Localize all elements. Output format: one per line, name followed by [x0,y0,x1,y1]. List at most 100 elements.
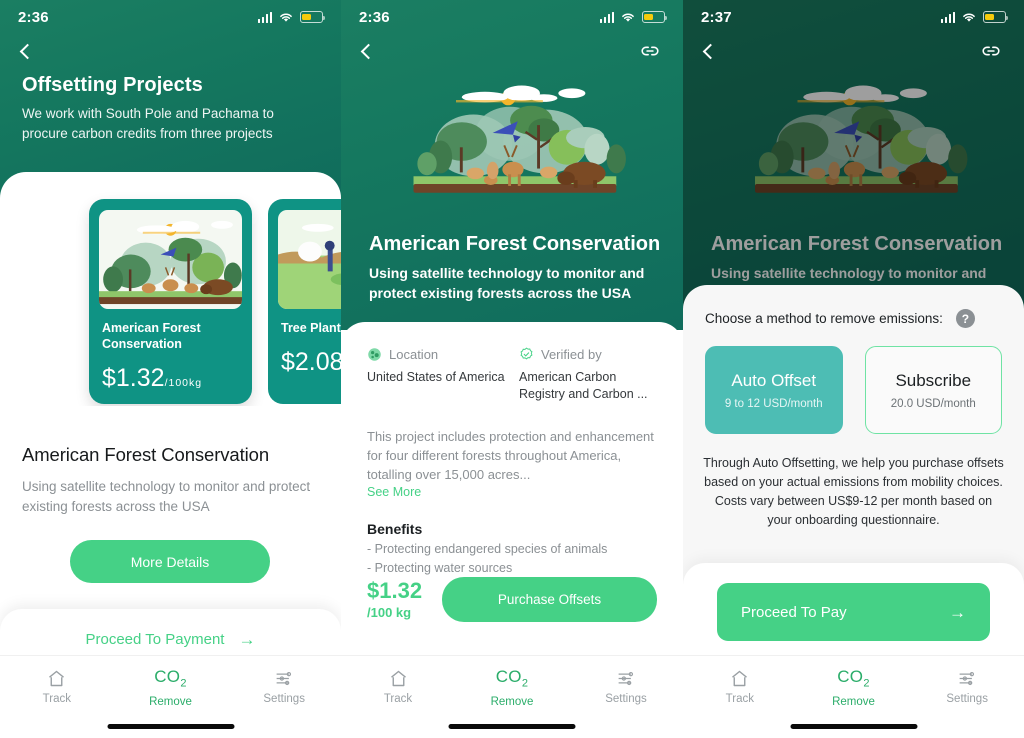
detail-description: Using satellite technology to monitor an… [22,479,311,514]
tab-track[interactable]: Track [683,668,797,705]
cellular-bars-icon [257,11,272,23]
link-icon[interactable] [980,40,1002,62]
tab-remove-label: Remove [832,696,875,709]
status-time: 2:36 [18,8,49,26]
more-details-button[interactable]: More Details [70,540,270,583]
option-auto-offset[interactable]: Auto Offset 9 to 12 USD/month [705,346,843,434]
offset-method-choices: Auto Offset 9 to 12 USD/month Subscribe … [683,328,1024,434]
tab-remove-label: Remove [149,696,192,709]
status-icons [940,11,1009,23]
home-indicator [790,724,917,729]
tab-remove[interactable]: CO2 Remove [114,667,228,709]
purchase-offsets-button[interactable]: Purchase Offsets [442,577,657,622]
co2-icon: CO2 [154,667,187,690]
benefits-list: - Protecting endangered species of anima… [341,537,683,578]
meta-verified: Verified by American Carbon Registry and… [519,347,657,403]
wifi-icon [622,13,634,22]
price-amount: $1.32 [367,578,423,603]
price-block: $1.32 /100 kg [367,578,423,621]
project-card-title: American Forest Conservation [102,321,201,351]
meta-location: Location United States of America [367,347,505,403]
tab-track[interactable]: Track [341,668,455,705]
home-indicator [448,724,576,729]
wifi-icon [963,13,975,22]
back-button[interactable] [702,43,719,59]
forest-illustration [99,210,242,309]
tab-settings[interactable]: Settings [910,668,1024,705]
meta-location-label: Location [389,347,439,362]
proceed-to-payment-button[interactable]: Proceed To Payment → [0,631,341,648]
battery-icon [983,11,1009,23]
screen-offsetting-projects: 2:36 Offsetting Projects We work with So… [0,0,341,738]
battery-icon [300,11,326,23]
proceed-to-pay-label: Proceed To Pay [741,603,847,621]
screen-choose-offset-method: 2:37 American Forest Conservation Using … [683,0,1024,738]
meta-verified-head: Verified by [519,347,657,362]
tab-track-label: Track [383,693,413,705]
benefits-title: Benefits [367,521,423,537]
tab-track-label: Track [725,693,754,705]
wifi-icon [280,13,292,22]
status-bar: 2:37 [683,0,1024,34]
purchase-row: $1.32 /100 kg Purchase Offsets [367,577,657,622]
home-icon [390,670,406,687]
tab-settings[interactable]: Settings [569,668,683,705]
home-icon [49,670,65,687]
tab-settings[interactable]: Settings [227,668,341,705]
sliders-icon [276,671,291,686]
meta-location-value: United States of America [367,370,505,384]
tree-planting-illustration [278,210,341,309]
modal-question-label: Choose a method to remove emissions: [705,311,943,326]
link-icon[interactable] [639,40,661,62]
project-card-selected[interactable]: American Forest Conservation $1.32/100kg [89,199,252,404]
tab-remove-label: Remove [490,696,534,709]
tab-remove[interactable]: CO2 Remove [797,667,911,709]
meta-location-head: Location [367,347,505,362]
co2-icon: CO2 [837,667,870,690]
tab-remove[interactable]: CO2 Remove [455,667,569,709]
battery-icon [642,11,668,23]
offset-method-note: Through Auto Offsetting, we help you pur… [703,456,1004,527]
price-unit: /100 kg [367,605,412,620]
project-title: American Forest Conservation [369,233,661,255]
nav-row [0,34,341,68]
price-unit: /100kg [164,377,203,389]
project-card-carousel[interactable]: American Forest Conservation $1.32/100kg [0,191,341,406]
status-bar: 2:36 [341,0,683,34]
option-subscribe-price: 20.0 USD/month [890,397,976,410]
option-auto-offset-price: 9 to 12 USD/month [724,397,823,410]
proceed-to-pay-button[interactable]: Proceed To Pay → [717,583,990,641]
status-icons [257,11,326,23]
co2-icon: CO2 [495,667,529,690]
back-button[interactable] [360,43,377,59]
meta-verified-label: Verified by [541,347,602,362]
status-time: 2:36 [359,8,390,26]
modal-question-row: Choose a method to remove emissions: ? [683,285,1024,328]
see-more-link[interactable]: See More [341,484,683,499]
list-item: - Protecting water sources [367,561,513,575]
meta-verified-value: American Carbon Registry and Carbon ... [519,370,648,401]
home-indicator [107,724,234,729]
project-card-next[interactable]: Tree Planting Panama $2.08 [268,199,341,404]
page-subtitle: We work with South Pole and Pachama to p… [22,106,274,141]
option-subscribe-title: Subscribe [895,370,972,390]
option-subscribe[interactable]: Subscribe 20.0 USD/month [864,346,1002,434]
back-button[interactable] [19,43,36,59]
project-subtitle: Using satellite technology to monitor an… [369,265,645,301]
three-phone-screens: 2:36 Offsetting Projects We work with So… [0,0,1024,738]
status-time: 2:37 [701,8,732,26]
nav-row [341,34,683,68]
screen-project-detail: 2:36 American Forest Conservation Using … [341,0,683,738]
arrow-right-icon: → [238,630,256,649]
tab-track[interactable]: Track [0,668,114,705]
home-icon [732,670,748,687]
forest-illustration [363,72,661,212]
question-mark-icon[interactable]: ? [955,309,975,328]
project-card-title: Tree Planting Panama [281,321,341,335]
list-item: - Protecting endangered species of anima… [367,542,608,556]
content-sheet: American Forest Conservation $1.32/100kg [0,172,341,738]
globe-icon [368,348,381,361]
tab-track-label: Track [42,693,71,705]
tab-settings-label: Settings [605,693,647,705]
project-long-description: This project includes protection and enh… [367,429,654,482]
